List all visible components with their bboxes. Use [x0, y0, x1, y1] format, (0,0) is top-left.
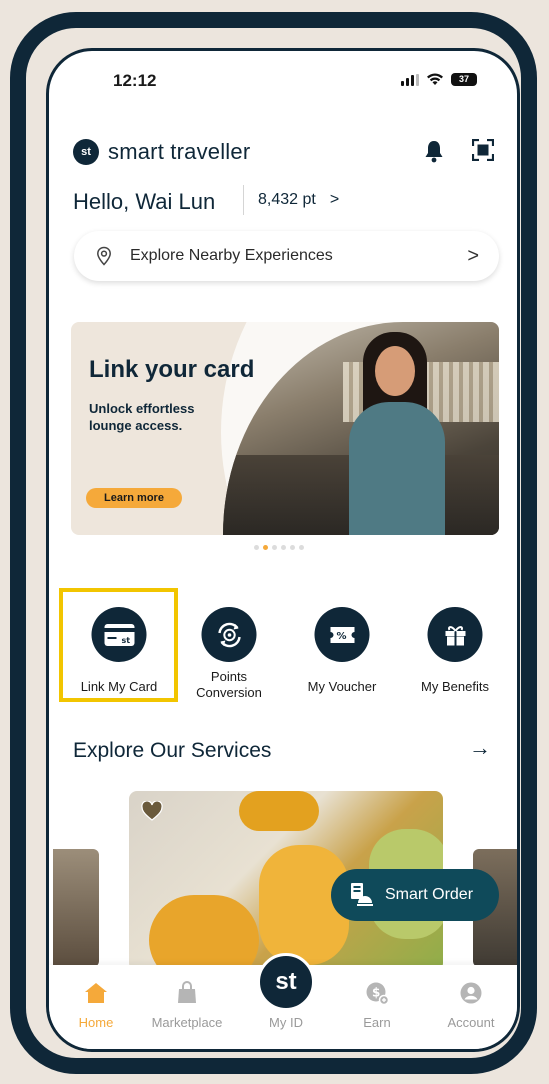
explore-nearby-button[interactable]: Explore Nearby Experiences >: [74, 231, 499, 281]
arrow-right-icon[interactable]: →: [469, 735, 491, 761]
brand: st smart traveller: [73, 139, 250, 165]
wifi-icon: [427, 73, 443, 85]
service-card-prev[interactable]: [53, 849, 99, 967]
status-bar: 12:12 37: [49, 51, 517, 105]
tab-marketplace[interactable]: Marketplace: [142, 981, 232, 1030]
carousel-dots: [254, 545, 304, 550]
carousel-dot[interactable]: [299, 545, 304, 550]
explore-nearby-label: Explore Nearby Experiences: [130, 247, 333, 264]
account-icon: [460, 982, 482, 1004]
heart-icon[interactable]: [141, 801, 163, 821]
my-id-button[interactable]: st: [257, 953, 315, 1011]
smart-order-button[interactable]: Smart Order: [331, 869, 499, 921]
svg-text:st: st: [121, 636, 130, 645]
chevron-right-icon: >: [329, 191, 340, 208]
location-pin-icon: [97, 246, 111, 266]
status-icons: 37: [401, 73, 477, 86]
signal-icon: [401, 73, 419, 86]
quick-action-label: My Voucher: [307, 679, 377, 694]
quick-action-my-voucher[interactable]: % My Voucher: [282, 599, 402, 707]
carousel-dot[interactable]: [254, 545, 259, 550]
brand-logo: st: [73, 139, 99, 165]
tab-account[interactable]: Account: [426, 981, 516, 1030]
quick-action-points-conversion[interactable]: Points Conversion: [169, 599, 289, 707]
bell-icon[interactable]: [423, 139, 445, 163]
banner-subtitle: Unlock effortless lounge access.: [89, 401, 195, 433]
home-icon: [85, 983, 107, 1003]
app-screen: 12:12 37 st smart traveller Hello, Wai L…: [46, 48, 520, 1052]
services-title: Explore Our Services: [73, 739, 272, 762]
card-icon: st: [91, 607, 147, 662]
tab-my-id-label: My ID: [269, 1015, 303, 1030]
quick-action-label: My Benefits: [421, 679, 489, 694]
svg-text:$: $: [372, 986, 380, 1000]
carousel-dot[interactable]: [263, 545, 268, 550]
coin-icon: $: [366, 982, 389, 1005]
greeting-text: Hello, Wai Lun: [73, 189, 216, 214]
tab-home[interactable]: Home: [51, 981, 141, 1030]
quick-action-label: Link My Card: [80, 679, 158, 694]
scan-icon[interactable]: [472, 139, 494, 161]
brand-name: smart traveller: [108, 139, 251, 164]
points-balance[interactable]: 8,432 pt >: [243, 185, 339, 215]
bag-icon: [178, 981, 196, 1003]
quick-action-label: Points Conversion: [196, 669, 262, 701]
quick-action-my-benefits[interactable]: My Benefits: [395, 599, 515, 707]
carousel-dot[interactable]: [290, 545, 295, 550]
points-conversion-icon: [201, 607, 257, 662]
smart-order-icon: [351, 883, 373, 906]
voucher-icon: %: [314, 607, 370, 662]
smart-order-label: Smart Order: [385, 886, 474, 903]
learn-more-button[interactable]: Learn more: [86, 488, 182, 508]
svg-text:%: %: [336, 631, 346, 642]
battery-icon: 37: [451, 73, 477, 86]
tab-earn[interactable]: $ Earn: [332, 981, 422, 1030]
status-time: 12:12: [113, 71, 157, 90]
carousel-dot[interactable]: [272, 545, 277, 550]
points-value: 8,432 pt: [258, 191, 316, 208]
gift-icon: [427, 607, 483, 662]
chevron-right-icon: >: [467, 244, 479, 267]
promo-banner[interactable]: Link your card Unlock effortless lounge …: [71, 322, 499, 535]
banner-title: Link your card: [89, 356, 255, 383]
carousel-dot[interactable]: [281, 545, 286, 550]
quick-action-link-my-card[interactable]: st Link My Card: [59, 599, 179, 707]
